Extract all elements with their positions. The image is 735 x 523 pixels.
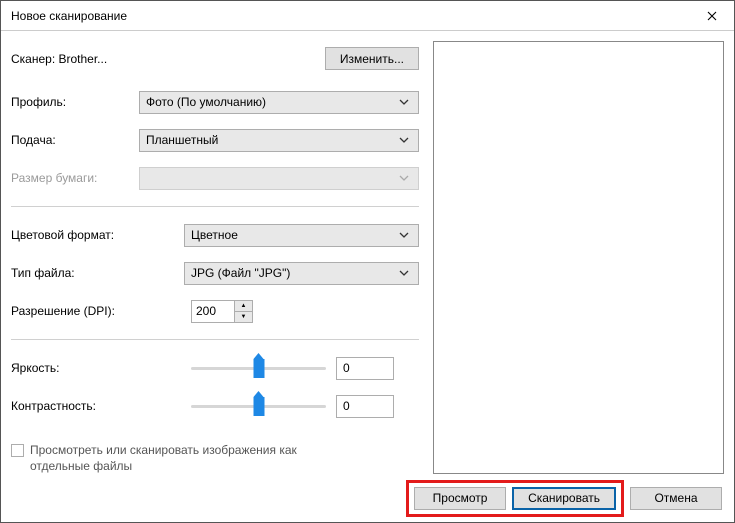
resolution-input[interactable] <box>192 301 234 322</box>
separator <box>11 339 419 340</box>
close-icon <box>707 11 717 21</box>
chevron-down-icon <box>396 135 412 145</box>
window-title: Новое сканирование <box>11 9 690 23</box>
separate-files-label: Просмотреть или сканировать изображения … <box>30 442 320 474</box>
main-area: Сканер: Brother... Изменить... Профиль: … <box>1 31 734 474</box>
profile-select[interactable]: Фото (По умолчанию) <box>139 91 419 114</box>
file-type-select[interactable]: JPG (Файл "JPG") <box>184 262 419 285</box>
brightness-value-input[interactable] <box>336 357 394 380</box>
spin-down-button[interactable]: ▼ <box>235 312 252 322</box>
slider-thumb[interactable] <box>253 397 264 416</box>
scan-dialog: Новое сканирование Сканер: Brother... Из… <box>0 0 735 523</box>
file-type-label: Тип файла: <box>11 266 184 280</box>
paper-size-label: Размер бумаги: <box>11 171 139 185</box>
brightness-row: Яркость: <box>11 354 419 382</box>
resolution-row: Разрешение (DPI): ▲ ▼ <box>11 297 419 325</box>
separator <box>11 206 419 207</box>
preview-pane <box>433 41 724 474</box>
highlighted-buttons: Просмотр Сканировать <box>406 480 624 517</box>
spin-up-button[interactable]: ▲ <box>235 301 252 312</box>
slider-thumb[interactable] <box>253 359 264 378</box>
source-row: Подача: Планшетный <box>11 126 419 154</box>
file-type-value: JPG (Файл "JPG") <box>191 266 396 280</box>
chevron-down-icon <box>396 268 412 278</box>
resolution-spinner[interactable]: ▲ ▼ <box>191 300 253 323</box>
scanner-row: Сканер: Brother... Изменить... <box>11 47 419 70</box>
dialog-body: Сканер: Brother... Изменить... Профиль: … <box>1 31 734 522</box>
color-format-row: Цветовой формат: Цветное <box>11 221 419 249</box>
brightness-label: Яркость: <box>11 361 191 375</box>
brightness-slider[interactable] <box>191 356 326 380</box>
source-select[interactable]: Планшетный <box>139 129 419 152</box>
paper-size-select <box>139 167 419 190</box>
file-type-row: Тип файла: JPG (Файл "JPG") <box>11 259 419 287</box>
chevron-down-icon <box>396 97 412 107</box>
chevron-down-icon <box>396 230 412 240</box>
profile-label: Профиль: <box>11 95 139 109</box>
chevron-down-icon <box>396 173 412 183</box>
scan-button[interactable]: Сканировать <box>512 487 616 510</box>
paper-size-row: Размер бумаги: <box>11 164 419 192</box>
separate-files-row: Просмотреть или сканировать изображения … <box>11 442 419 474</box>
color-format-value: Цветное <box>191 228 396 242</box>
color-format-select[interactable]: Цветное <box>184 224 419 247</box>
profile-row: Профиль: Фото (По умолчанию) <box>11 88 419 116</box>
settings-panel: Сканер: Brother... Изменить... Профиль: … <box>11 41 419 474</box>
source-label: Подача: <box>11 133 139 147</box>
contrast-row: Контрастность: <box>11 392 419 420</box>
contrast-label: Контрастность: <box>11 399 191 413</box>
separate-files-checkbox[interactable] <box>11 444 24 457</box>
contrast-value-input[interactable] <box>336 395 394 418</box>
cancel-button[interactable]: Отмена <box>630 487 722 510</box>
close-button[interactable] <box>690 1 734 31</box>
change-scanner-button[interactable]: Изменить... <box>325 47 419 70</box>
titlebar: Новое сканирование <box>1 1 734 31</box>
source-value: Планшетный <box>146 133 396 147</box>
resolution-label: Разрешение (DPI): <box>11 304 191 318</box>
scanner-label: Сканер: Brother... <box>11 52 325 66</box>
contrast-slider[interactable] <box>191 394 326 418</box>
profile-value: Фото (По умолчанию) <box>146 95 396 109</box>
footer: Просмотр Сканировать Отмена <box>1 474 734 522</box>
preview-button[interactable]: Просмотр <box>414 487 506 510</box>
color-format-label: Цветовой формат: <box>11 228 184 242</box>
